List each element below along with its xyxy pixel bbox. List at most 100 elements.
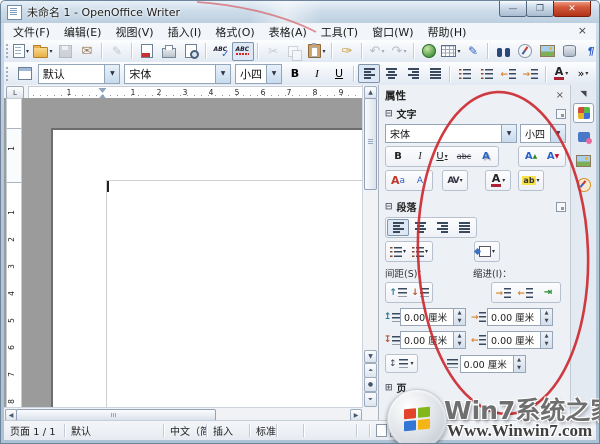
- paragraph-section-header[interactable]: ⊟ 段落: [385, 199, 566, 214]
- menu-item[interactable]: 窗口(W): [365, 23, 420, 41]
- toolbar-grip[interactable]: [6, 67, 12, 81]
- email-icon[interactable]: [76, 42, 98, 61]
- sidebar-font-name-combo[interactable]: 宋体▼: [385, 124, 517, 143]
- chevron-down-icon[interactable]: ▼: [104, 65, 119, 83]
- single-page-view-icon[interactable]: [376, 424, 387, 437]
- export-pdf-icon[interactable]: [136, 42, 158, 61]
- next-page-button[interactable]: ⏷: [364, 392, 377, 407]
- hyperlink-icon[interactable]: [418, 42, 440, 61]
- sidebar-align-left-button[interactable]: [387, 219, 409, 236]
- spacing-below-spinner[interactable]: 0.00 厘米 ▲▼: [400, 331, 466, 349]
- indent-after-spinner[interactable]: 0.00 厘米 ▲▼: [487, 331, 553, 349]
- underline-button[interactable]: U: [328, 64, 350, 83]
- sidebar-underline-button[interactable]: U▾: [431, 148, 453, 165]
- status-cell[interactable]: [304, 424, 357, 437]
- text-dialog-launcher-icon[interactable]: [556, 109, 566, 119]
- close-button[interactable]: ✕: [553, 1, 591, 17]
- collapse-icon[interactable]: ⊟: [385, 202, 393, 212]
- uppercase-button[interactable]: Aa: [387, 172, 409, 189]
- font-color-button[interactable]: A▾: [550, 64, 572, 83]
- indent-before-spinner[interactable]: 0.00 厘米 ▲▼: [487, 308, 553, 326]
- tab-navigator[interactable]: [573, 175, 594, 195]
- previous-page-button[interactable]: ⏶: [364, 363, 377, 378]
- align-left-button[interactable]: [358, 64, 380, 83]
- expand-icon[interactable]: ⊞: [385, 383, 393, 393]
- status-cell[interactable]: 插入: [207, 424, 250, 437]
- increase-indent-button[interactable]: [520, 64, 542, 83]
- menu-item[interactable]: 格式(O): [208, 23, 261, 41]
- book-view-icon[interactable]: [407, 424, 418, 437]
- paragraph-style-combo[interactable]: 默认▼: [38, 64, 121, 84]
- open-icon[interactable]: ▾: [32, 42, 54, 61]
- paragraph-dialog-launcher-icon[interactable]: [556, 202, 566, 212]
- close-document-button[interactable]: ×: [572, 24, 593, 37]
- font-size-combo[interactable]: 小四▼: [235, 64, 282, 84]
- print-icon[interactable]: [158, 42, 180, 61]
- sidebar-bold-button[interactable]: B: [387, 148, 409, 165]
- auto-spellcheck-icon[interactable]: [232, 42, 254, 61]
- minimize-button[interactable]: —: [499, 1, 527, 17]
- status-cell[interactable]: 中文（简体）: [164, 424, 207, 437]
- find-replace-icon[interactable]: [492, 42, 514, 61]
- chevron-down-icon[interactable]: ▼: [550, 125, 565, 142]
- lowercase-button[interactable]: A: [409, 172, 431, 189]
- draw-functions-icon[interactable]: [462, 42, 484, 61]
- spinner-arrows[interactable]: ▲▼: [513, 356, 525, 372]
- maximize-button[interactable]: ❐: [526, 1, 554, 17]
- numbered-list-button[interactable]: [454, 64, 476, 83]
- new-document-icon[interactable]: ▾: [10, 42, 32, 61]
- title-bar[interactable]: 未命名 1 - OpenOffice Writer — ❐ ✕: [1, 1, 599, 23]
- sidebar-align-justify-button[interactable]: [453, 219, 475, 236]
- bold-button[interactable]: B: [284, 64, 306, 83]
- menu-item[interactable]: 文件(F): [6, 23, 57, 41]
- sidebar-font-size-combo[interactable]: 小四▼: [520, 124, 566, 143]
- navigate-by-button[interactable]: ●: [364, 377, 377, 392]
- sidebar-bullet-list-button[interactable]: ▾: [387, 243, 409, 260]
- switch-indent-button[interactable]: ⇥: [537, 284, 559, 301]
- status-cell[interactable]: 标准: [250, 424, 277, 437]
- paragraph-background-button[interactable]: ▾: [476, 243, 498, 260]
- gallery-icon[interactable]: [536, 42, 558, 61]
- italic-button[interactable]: I: [306, 64, 328, 83]
- tab-gallery[interactable]: [573, 151, 594, 171]
- menu-item[interactable]: 帮助(H): [421, 23, 474, 41]
- line-spacing-button[interactable]: ↕▾: [385, 354, 418, 373]
- data-sources-icon[interactable]: [558, 42, 580, 61]
- collapse-icon[interactable]: ⊟: [385, 109, 393, 119]
- spacing-above-spinner[interactable]: 0.00 厘米 ▲▼: [400, 308, 466, 326]
- tab-properties[interactable]: [573, 103, 594, 123]
- document-page[interactable]: [51, 128, 363, 408]
- menu-item[interactable]: 编辑(E): [57, 23, 109, 41]
- spinner-arrows[interactable]: ▲▼: [453, 309, 465, 325]
- highlight-color-button[interactable]: ab▾: [520, 172, 542, 189]
- spinner-arrows[interactable]: ▲▼: [540, 332, 552, 348]
- character-spacing-button[interactable]: AV▾: [444, 172, 466, 189]
- format-paintbrush-icon[interactable]: [336, 42, 358, 61]
- strikethrough-button[interactable]: abc: [453, 148, 475, 165]
- navigator-icon[interactable]: [514, 42, 536, 61]
- vertical-scrollbar[interactable]: ▲ ▼ ⏶ ● ⏷: [362, 85, 378, 408]
- sidebar-font-color-button[interactable]: A▾: [487, 172, 509, 189]
- page-section-header[interactable]: ⊞ 页: [385, 380, 566, 395]
- insert-table-icon[interactable]: ▾: [440, 42, 462, 61]
- increase-font-size-button[interactable]: A▲: [520, 148, 542, 165]
- sidebar-numbered-list-button[interactable]: ▾: [409, 243, 431, 260]
- vertical-scroll-thumb[interactable]: [364, 98, 377, 190]
- text-shadow-button[interactable]: A: [475, 148, 497, 165]
- chevron-down-icon[interactable]: ▼: [266, 65, 281, 83]
- tab-styles[interactable]: [573, 127, 594, 147]
- spellcheck-icon[interactable]: [210, 42, 232, 61]
- toolbar-grip[interactable]: [6, 44, 8, 58]
- sidebar-decrease-indent-button[interactable]: [515, 284, 537, 301]
- spinner-arrows[interactable]: ▲▼: [453, 332, 465, 348]
- menu-item[interactable]: 表格(A): [262, 23, 314, 41]
- page-preview-icon[interactable]: [180, 42, 202, 61]
- menu-item[interactable]: 视图(V): [108, 23, 160, 41]
- spinner-arrows[interactable]: ▲▼: [540, 309, 552, 325]
- decrease-indent-button[interactable]: [498, 64, 520, 83]
- formatting-toolbar-overflow-icon[interactable]: »▾: [572, 64, 594, 83]
- styles-window-icon[interactable]: [14, 64, 36, 83]
- text-section-header[interactable]: ⊟ 文字: [385, 106, 566, 121]
- status-cell[interactable]: 默认: [65, 424, 164, 437]
- align-center-button[interactable]: [380, 64, 402, 83]
